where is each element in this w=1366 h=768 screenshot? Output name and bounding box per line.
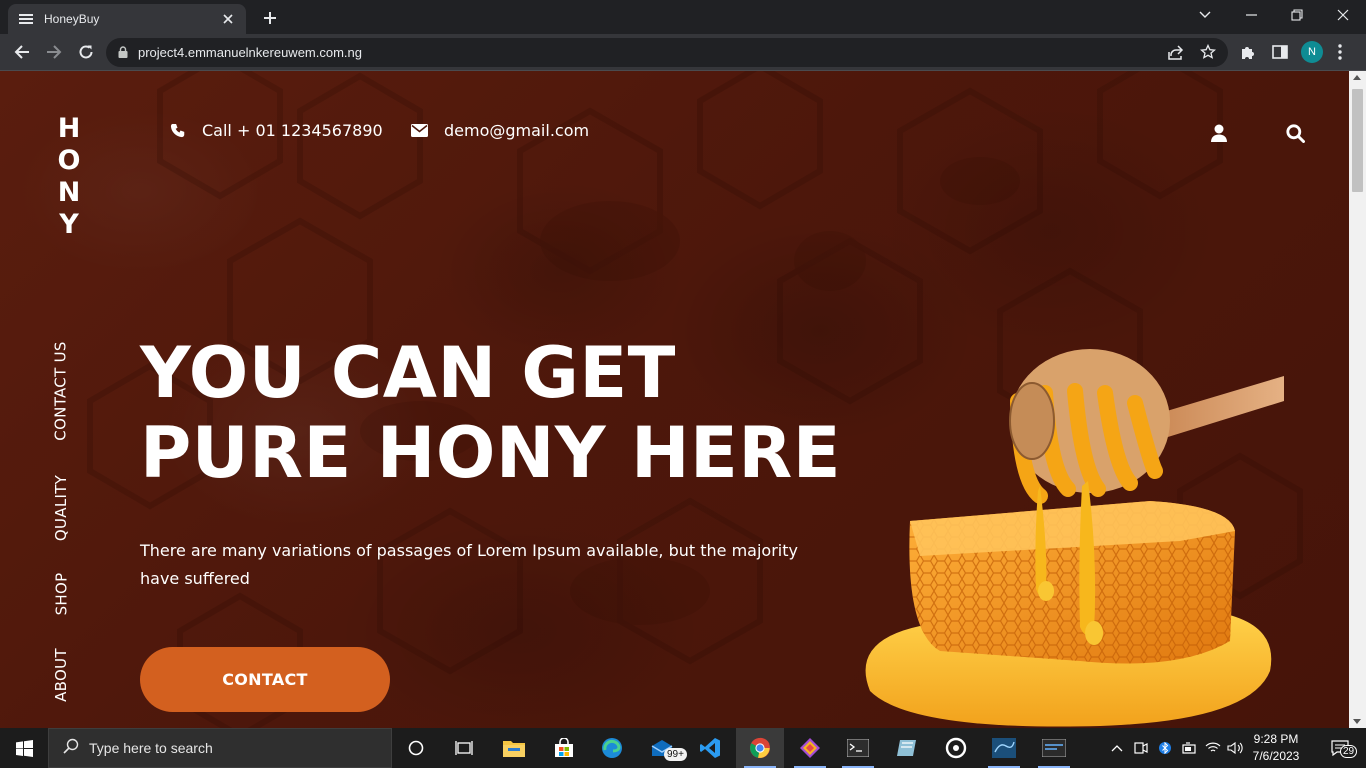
volume-icon[interactable] — [1224, 728, 1246, 768]
tab-title: HoneyBuy — [44, 12, 100, 26]
honeycomb-dipper-image — [865, 349, 1284, 727]
nav-quality[interactable]: QUALITY — [48, 473, 74, 543]
hero-section: H O N Y CONTACT US QUALITY SHOP ABOUT Ca… — [0, 71, 1349, 728]
chrome-taskbar-icon[interactable] — [736, 728, 784, 768]
envelope-icon — [410, 122, 428, 140]
back-button[interactable] — [8, 38, 36, 66]
site-favicon-icon — [18, 11, 34, 27]
user-icon[interactable] — [1208, 122, 1230, 144]
search-icon — [63, 738, 79, 758]
microsoft-store-icon[interactable] — [540, 728, 588, 768]
email-text: demo@gmail.com — [444, 121, 590, 140]
taskbar-clock[interactable]: 9:28 PM 7/6/2023 — [1246, 731, 1306, 765]
task-view-icon[interactable] — [440, 728, 488, 768]
page-scrollbar[interactable] — [1349, 71, 1366, 728]
new-tab-button[interactable] — [258, 6, 282, 30]
browser-toolbar: project4.emmanuelnkereuwem.com.ng — [0, 34, 1366, 71]
nav-contact-us[interactable]: CONTACT US — [48, 335, 74, 447]
close-window-button[interactable] — [1320, 0, 1366, 30]
phone-text: Call + 01 1234567890 — [202, 121, 383, 140]
notes-app-icon[interactable] — [884, 728, 932, 768]
url-text: project4.emmanuelnkereuwem.com.ng — [138, 45, 362, 60]
extensions-puzzle-icon[interactable] — [1234, 38, 1262, 66]
tab-strip: HoneyBuy — [0, 0, 1366, 34]
scroll-up-arrow-icon[interactable] — [1353, 75, 1361, 80]
meet-now-icon[interactable] — [1130, 728, 1152, 768]
windows-start-button[interactable] — [0, 728, 48, 768]
clock-time: 9:28 PM — [1253, 732, 1299, 746]
restore-button[interactable] — [1274, 0, 1320, 30]
vscode-icon[interactable] — [686, 728, 734, 768]
wifi-icon[interactable] — [1202, 728, 1224, 768]
mysql-app-icon[interactable] — [1030, 728, 1078, 768]
browser-tab[interactable]: HoneyBuy — [8, 4, 246, 34]
terminal-icon[interactable] — [834, 728, 882, 768]
notification-center-icon[interactable]: 29 — [1316, 728, 1364, 768]
email-contact[interactable]: demo@gmail.com — [410, 121, 589, 140]
minimize-button[interactable] — [1228, 0, 1274, 30]
close-tab-icon[interactable] — [220, 11, 236, 27]
phone-contact[interactable]: Call + 01 1234567890 — [168, 121, 383, 140]
notification-count: 29 — [1340, 745, 1358, 758]
side-panel-icon[interactable] — [1266, 38, 1294, 66]
media-app-icon[interactable] — [932, 728, 980, 768]
phone-icon — [168, 122, 186, 140]
vertical-nav: CONTACT US QUALITY SHOP ABOUT — [48, 71, 74, 728]
address-bar[interactable]: project4.emmanuelnkereuwem.com.ng — [106, 38, 1228, 67]
mail-badge: 99+ — [664, 748, 687, 761]
database-app-icon[interactable] — [980, 728, 1028, 768]
tab-search-icon[interactable] — [1182, 0, 1228, 30]
share-icon[interactable] — [1162, 38, 1190, 66]
windows-taskbar: Type here to search 99+ 9:28 PM 7/6/2023… — [0, 728, 1366, 768]
git-app-icon[interactable] — [786, 728, 834, 768]
cortana-icon[interactable] — [392, 728, 440, 768]
hero-heading-line1: YOU CAN GET — [140, 332, 676, 414]
taskbar-search-box[interactable]: Type here to search — [48, 728, 392, 768]
hero-description: There are many variations of passages of… — [140, 541, 798, 588]
hero-heading-line2: PURE HONY HERE — [140, 412, 842, 494]
scroll-down-arrow-icon[interactable] — [1353, 719, 1361, 724]
nav-shop[interactable]: SHOP — [48, 569, 74, 619]
scrollbar-thumb[interactable] — [1352, 89, 1363, 192]
mail-icon[interactable]: 99+ — [638, 728, 687, 768]
hero-heading: YOU CAN GET PURE HONY HERE — [140, 333, 860, 493]
lock-icon[interactable] — [118, 43, 128, 62]
battery-icon[interactable] — [1178, 728, 1200, 768]
edge-browser-icon[interactable] — [588, 728, 636, 768]
chrome-menu-icon[interactable] — [1326, 38, 1354, 66]
bluetooth-icon[interactable] — [1154, 728, 1176, 768]
search-placeholder: Type here to search — [89, 740, 213, 756]
reload-button[interactable] — [72, 38, 100, 66]
clock-date: 7/6/2023 — [1252, 749, 1300, 763]
nav-about[interactable]: ABOUT — [48, 645, 74, 705]
forward-button[interactable] — [40, 38, 68, 66]
show-hidden-icons-chevron-icon[interactable] — [1106, 728, 1128, 768]
bookmark-star-icon[interactable] — [1194, 38, 1222, 66]
contact-button[interactable]: CONTACT — [140, 647, 390, 712]
profile-avatar[interactable]: N — [1301, 41, 1323, 63]
file-explorer-icon[interactable] — [490, 728, 538, 768]
search-icon[interactable] — [1284, 122, 1306, 144]
